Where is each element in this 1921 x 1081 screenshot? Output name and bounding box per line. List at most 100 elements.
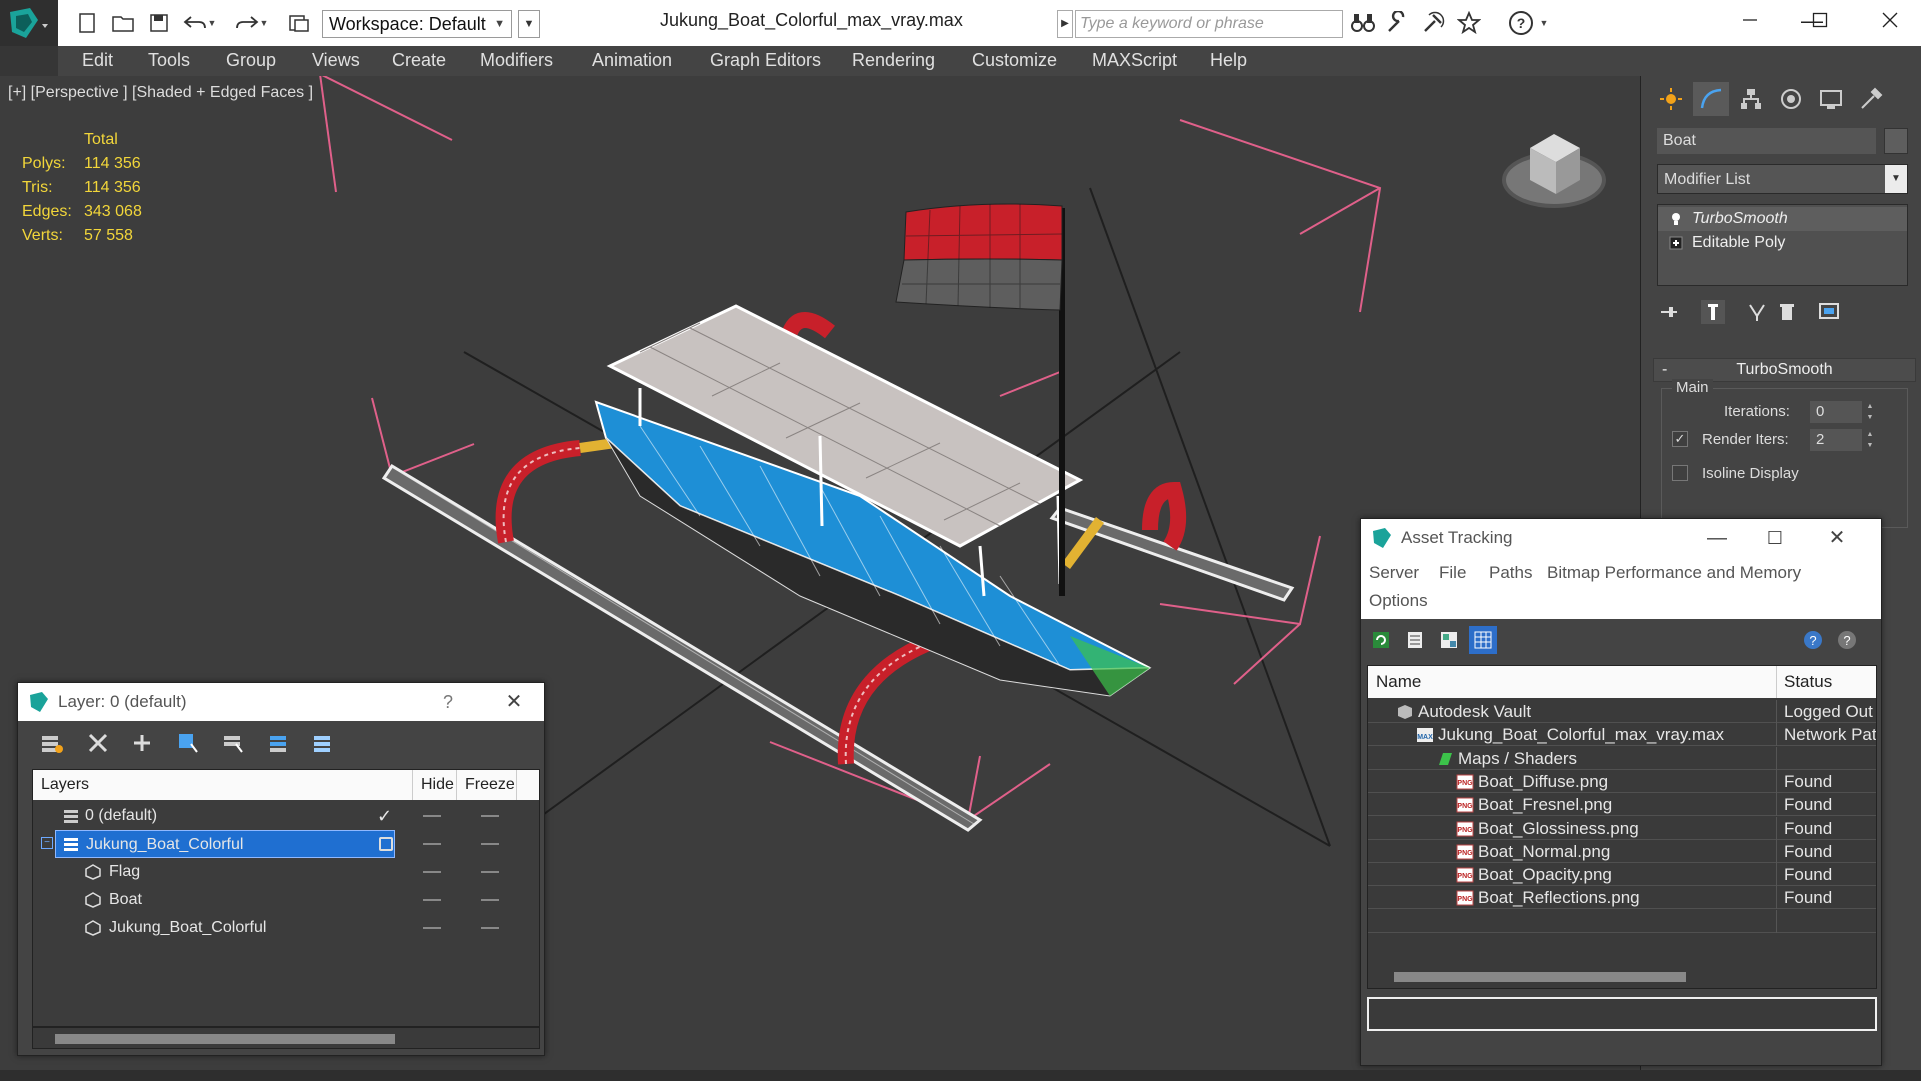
help-dropdown-icon[interactable]: ▼	[1538, 10, 1550, 36]
redo-icon[interactable]	[234, 10, 260, 36]
save-file-icon[interactable]	[146, 10, 172, 36]
freeze-all-layers-icon[interactable]	[310, 729, 338, 757]
asset-row[interactable]: Autodesk Vault Logged Out	[1368, 700, 1876, 723]
stack-item-editable-poly[interactable]: Editable Poly	[1658, 231, 1907, 255]
motion-tab-icon[interactable]	[1773, 82, 1809, 116]
hide-toggle[interactable]	[423, 843, 441, 845]
redo-dropdown-icon[interactable]: ▼	[258, 10, 270, 36]
select-objects-icon[interactable]	[174, 729, 202, 757]
collapse-icon[interactable]: −	[41, 837, 53, 849]
scrollbar-thumb[interactable]	[1394, 972, 1686, 982]
menu-bitmap-performance[interactable]: Bitmap Performance and Memory	[1547, 563, 1801, 583]
menu-modifiers[interactable]: Modifiers	[480, 50, 553, 71]
layer-row-default[interactable]: 0 (default) ✓	[33, 802, 539, 830]
communication-icon[interactable]	[1420, 10, 1446, 36]
minimize-icon[interactable]: —	[1697, 519, 1737, 557]
asset-row[interactable]: MAX Jukung_Boat_Colorful_max_vray.max Netw…	[1368, 723, 1876, 747]
menu-animation[interactable]: Animation	[592, 50, 672, 71]
asset-row[interactable]: Maps / Shaders	[1368, 746, 1876, 770]
horizontal-scrollbar[interactable]	[32, 1027, 540, 1049]
object-name-field[interactable]: Boat	[1657, 128, 1876, 154]
col-freeze[interactable]: Freeze	[457, 770, 517, 800]
table-view-icon[interactable]	[1469, 626, 1497, 654]
menu-create[interactable]: Create	[392, 50, 446, 71]
add-to-layer-icon[interactable]	[128, 729, 156, 757]
menu-views[interactable]: Views	[312, 50, 360, 71]
horizontal-scrollbar[interactable]	[1368, 966, 1876, 988]
layer-window-titlebar[interactable]: Layer: 0 (default) ? ✕	[18, 683, 544, 721]
asset-row[interactable]: PNG Boat_Glossiness.png Found	[1368, 816, 1876, 840]
asset-row[interactable]: PNG Boat_Diffuse.png Found	[1368, 769, 1876, 793]
display-tab-icon[interactable]	[1813, 82, 1849, 116]
asset-path-field[interactable]	[1367, 997, 1877, 1031]
layer-tool-icon[interactable]	[38, 729, 66, 757]
close-window-button[interactable]	[1860, 0, 1920, 40]
hide-toggle[interactable]	[423, 927, 441, 929]
object-color-swatch[interactable]	[1884, 128, 1908, 154]
freeze-toggle[interactable]	[481, 843, 499, 845]
show-end-result-icon[interactable]	[1701, 300, 1725, 324]
menu-paths[interactable]: Paths	[1489, 563, 1532, 583]
thumbnail-view-icon[interactable]	[1435, 626, 1463, 654]
menu-help[interactable]: Help	[1210, 50, 1247, 71]
col-name[interactable]: Name	[1376, 666, 1421, 698]
layer-row-jukung-object[interactable]: Jukung_Boat_Colorful	[33, 914, 539, 942]
new-file-icon[interactable]	[74, 10, 100, 36]
menu-customize[interactable]: Customize	[972, 50, 1057, 71]
render-iters-checkbox[interactable]: ✓	[1672, 431, 1688, 447]
asset-row[interactable]: PNG Boat_Reflections.png Found	[1368, 886, 1876, 910]
remove-modifier-icon[interactable]	[1775, 300, 1799, 324]
minimize-window-button[interactable]	[1720, 0, 1780, 40]
workspace-menu-button[interactable]: ▼	[518, 10, 540, 38]
undo-icon[interactable]	[182, 10, 208, 36]
workspace-selector[interactable]: Workspace: Default ▼	[322, 10, 512, 38]
app-logo-button[interactable]	[0, 0, 58, 46]
create-tab-icon[interactable]	[1653, 82, 1689, 116]
binoculars-icon[interactable]	[1350, 10, 1376, 36]
menu-rendering[interactable]: Rendering	[852, 50, 935, 71]
asset-row[interactable]: PNG Boat_Fresnel.png Found	[1368, 793, 1876, 817]
layer-row-flag[interactable]: Flag	[33, 858, 539, 886]
modifier-list-dropdown[interactable]: Modifier List ▼	[1657, 164, 1908, 194]
help-icon[interactable]: ?	[1508, 10, 1534, 36]
iterations-field[interactable]: 0	[1810, 401, 1862, 423]
stack-item-turbosmooth[interactable]: TurboSmooth	[1658, 207, 1907, 231]
help-button[interactable]: ?	[428, 683, 468, 721]
freeze-toggle[interactable]	[481, 815, 499, 817]
lightbulb-icon[interactable]	[1668, 211, 1684, 227]
iterations-spinner[interactable]: ▲ ▼	[1864, 401, 1876, 423]
highlight-layer-icon[interactable]	[220, 729, 248, 757]
menu-server[interactable]: Server	[1369, 563, 1419, 583]
undo-dropdown-icon[interactable]: ▼	[206, 10, 218, 36]
asset-row[interactable]: PNG Boat_Opacity.png Found	[1368, 863, 1876, 887]
hide-toggle[interactable]	[423, 871, 441, 873]
isoline-display-checkbox[interactable]	[1672, 465, 1688, 481]
render-iters-field[interactable]: 2	[1810, 429, 1862, 451]
hide-toggle[interactable]	[423, 815, 441, 817]
utilities-tab-icon[interactable]	[1853, 82, 1889, 116]
list-view-icon[interactable]	[1401, 626, 1429, 654]
expand-plus-icon[interactable]	[1668, 235, 1684, 251]
menu-options[interactable]: Options	[1369, 591, 1428, 611]
hierarchy-tab-icon[interactable]	[1733, 82, 1769, 116]
menu-graph-editors[interactable]: Graph Editors	[710, 50, 821, 71]
render-iters-spinner[interactable]: ▲ ▼	[1864, 429, 1876, 451]
delete-layer-icon[interactable]	[84, 729, 112, 757]
hide-all-layers-icon[interactable]	[266, 729, 294, 757]
set-active-layer-icon[interactable]	[379, 837, 393, 851]
modify-tab-icon[interactable]	[1693, 82, 1729, 116]
maximize-window-button[interactable]	[1790, 0, 1850, 40]
menu-file[interactable]: File	[1439, 563, 1466, 583]
layer-row-jukung[interactable]: − Jukung_Boat_Colorful	[33, 830, 539, 858]
help-icon[interactable]: ?	[1799, 626, 1827, 654]
col-status[interactable]: Status	[1784, 666, 1832, 698]
context-help-icon[interactable]: ?	[1833, 626, 1861, 654]
layer-row-boat[interactable]: Boat	[33, 886, 539, 914]
favorites-star-icon[interactable]	[1456, 10, 1482, 36]
refresh-icon[interactable]	[1367, 626, 1395, 654]
configure-sets-icon[interactable]	[1817, 300, 1841, 324]
asset-row[interactable]: PNG Boat_Normal.png Found	[1368, 839, 1876, 863]
wrench-icon[interactable]	[1384, 10, 1410, 36]
scrollbar-thumb[interactable]	[55, 1034, 395, 1044]
col-layers[interactable]: Layers	[33, 770, 413, 800]
